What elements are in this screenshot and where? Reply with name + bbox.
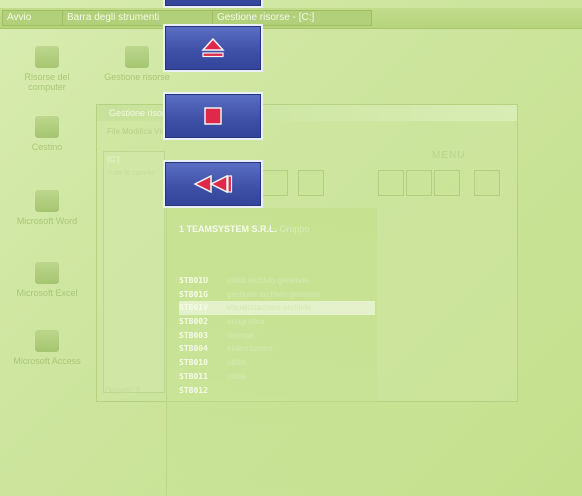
folder-icon [125, 46, 149, 68]
desktop-icon-excel[interactable]: Microsoft Excel [10, 262, 84, 298]
company-header: 1 TEAMSYSTEM S.R.L. Gruppo [179, 224, 310, 234]
desktop-icon-recycle-bin[interactable]: Cestino [10, 116, 84, 152]
desktop-icon-my-computer[interactable]: Risorse del computer [10, 46, 84, 92]
list-item[interactable]: STB002 anagrafica [179, 315, 375, 329]
stop-button[interactable] [163, 92, 263, 140]
access-icon [35, 330, 59, 352]
computer-icon [35, 46, 59, 68]
toolbar-button-1[interactable] [262, 170, 288, 196]
folder-tree[interactable]: [C:] Tutte le cartelle [103, 151, 165, 393]
eject-button[interactable] [163, 24, 263, 72]
list-item[interactable]: STB011 utilità [179, 370, 375, 384]
rewind-button[interactable] [163, 160, 263, 208]
toolbar-button-2[interactable] [298, 170, 324, 196]
program-list-panel: 1 TEAMSYSTEM S.R.L. Gruppo STB01U utilità… [166, 208, 377, 496]
recycle-bin-icon [35, 116, 59, 138]
list-item[interactable]: STB010 utilità [179, 356, 375, 370]
menu-label: MENU [432, 150, 466, 161]
excel-icon [35, 262, 59, 284]
status-bar: Oggetti: 7 [105, 386, 140, 395]
tree-subheader: Tutte le cartelle [107, 170, 155, 177]
taskbar: Avvio Barra degli strumenti Gestione ris… [0, 8, 582, 29]
rewind-icon [193, 174, 233, 194]
top-control-button[interactable] [163, 0, 263, 8]
word-icon [35, 190, 59, 212]
desktop-icon-word[interactable]: Microsoft Word [10, 190, 84, 226]
list-item[interactable]: STB004 elaborazione [179, 342, 375, 356]
window-title: Gestione risorse [97, 105, 517, 121]
list-item[interactable]: STB01U utilità archivio generale [179, 274, 375, 288]
list-item[interactable]: STB012 [179, 384, 375, 398]
tree-header: [C:] [107, 155, 120, 164]
toolbar-button-6[interactable] [474, 170, 500, 196]
desktop-icon-access[interactable]: Microsoft Access [10, 330, 84, 366]
list-item-selected[interactable]: STB01V visualizzazione archivio [179, 301, 375, 316]
toolbar-button-5[interactable] [434, 170, 460, 196]
program-list[interactable]: STB01U utilità archivio generale STB01G ge… [179, 274, 375, 397]
list-item[interactable]: STB003 stampa [179, 329, 375, 343]
stop-icon [204, 107, 222, 125]
toolbar-button-3[interactable] [378, 170, 404, 196]
start-button[interactable]: Avvio [2, 10, 66, 26]
list-item[interactable]: STB01G gestione archivio generale [179, 288, 375, 302]
toolbar-button-4[interactable] [406, 170, 432, 196]
eject-icon [201, 37, 225, 58]
